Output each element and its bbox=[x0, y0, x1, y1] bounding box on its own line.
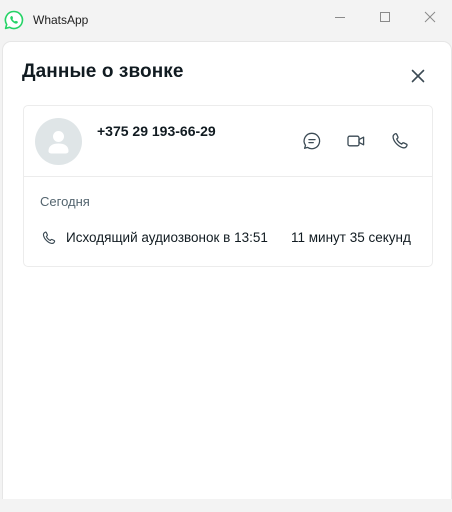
minimize-button[interactable] bbox=[326, 4, 354, 30]
phone-icon bbox=[41, 230, 57, 246]
maximize-icon bbox=[380, 12, 390, 22]
page-title: Данные о звонке bbox=[22, 61, 184, 82]
default-avatar-icon[interactable] bbox=[35, 118, 82, 165]
app-title: WhatsApp bbox=[33, 13, 89, 27]
call-details-card: +375 29 193-66-29 Сегодня Исходящий ауди… bbox=[23, 105, 433, 267]
message-icon bbox=[303, 132, 321, 150]
call-info-panel: Данные о звонке +375 29 193-66-29 Сегодн… bbox=[3, 42, 451, 499]
close-icon bbox=[424, 11, 436, 23]
maximize-button[interactable] bbox=[371, 4, 399, 30]
video-call-icon bbox=[347, 135, 365, 147]
window-bottom-edge bbox=[0, 499, 452, 512]
video-call-button[interactable] bbox=[345, 130, 367, 152]
contact-row: +375 29 193-66-29 bbox=[24, 106, 432, 177]
call-duration: 11 минут 35 секунд bbox=[291, 230, 411, 245]
voice-call-button[interactable] bbox=[389, 130, 411, 152]
call-description: Исходящий аудиозвонок в 13:51 bbox=[66, 230, 268, 245]
title-bar: WhatsApp bbox=[0, 0, 452, 40]
minimize-icon bbox=[335, 17, 345, 18]
window-close-button[interactable] bbox=[416, 4, 444, 30]
contact-phone-number: +375 29 193-66-29 bbox=[97, 123, 216, 139]
close-icon bbox=[411, 69, 425, 83]
message-button[interactable] bbox=[301, 130, 323, 152]
date-label: Сегодня bbox=[40, 194, 90, 209]
whatsapp-logo-icon bbox=[4, 10, 24, 30]
voice-call-icon bbox=[392, 133, 408, 149]
close-panel-button[interactable] bbox=[406, 64, 430, 88]
